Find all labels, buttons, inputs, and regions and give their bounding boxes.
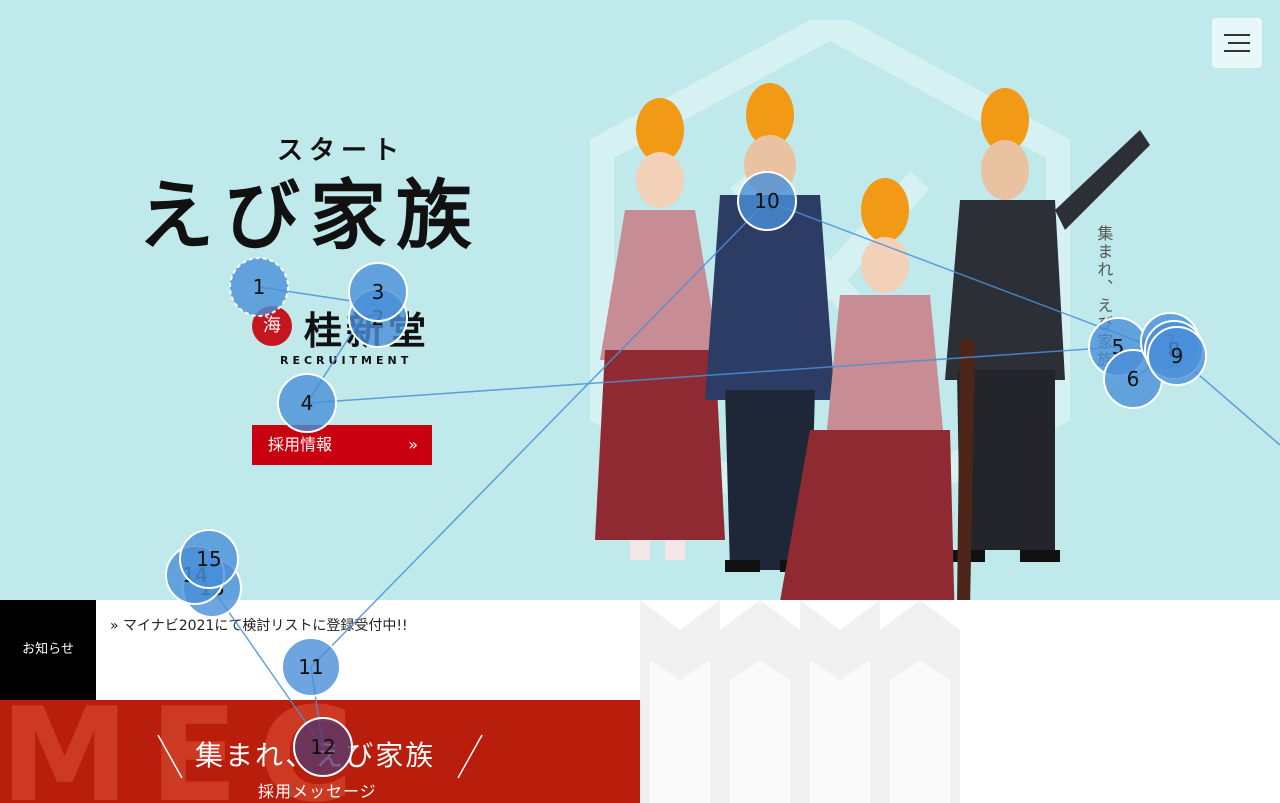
logo-emblem-icon: 海 — [252, 306, 292, 346]
banner-subtitle: 採用メッセージ — [258, 782, 377, 801]
logo-name: 桂新堂 — [304, 308, 431, 353]
menu-line-icon — [1224, 50, 1250, 52]
news-item-link[interactable]: » マイナビ2021にて検討リストに登録受付中!! — [110, 615, 408, 635]
start-label: スタート — [277, 136, 406, 166]
company-logo[interactable]: 海 桂新堂 RECRUITMENT — [252, 300, 442, 370]
recruit-info-label: 採用情報 — [268, 435, 333, 454]
vertical-slogan: 集まれ、えび家族 — [1094, 225, 1114, 369]
arrow-feather-pattern — [640, 600, 1280, 803]
banner-title: 集まれ、えび家族 — [195, 739, 436, 772]
hamburger-menu-button[interactable] — [1212, 18, 1262, 68]
page-title: えび家族 — [138, 171, 482, 260]
hero-section: スタート えび家族 海 桂新堂 RECRUITMENT 採用情報 » 集まれ、え… — [0, 0, 1280, 600]
logo-subtitle: RECRUITMENT — [280, 354, 413, 367]
menu-line-icon — [1224, 34, 1250, 36]
news-label: お知らせ — [0, 600, 96, 700]
double-chevron-right-icon: » — [408, 435, 418, 454]
staff-photo — [595, 83, 1150, 600]
recruit-info-button[interactable]: 採用情報 » — [252, 425, 432, 465]
menu-line-icon — [1228, 42, 1250, 44]
